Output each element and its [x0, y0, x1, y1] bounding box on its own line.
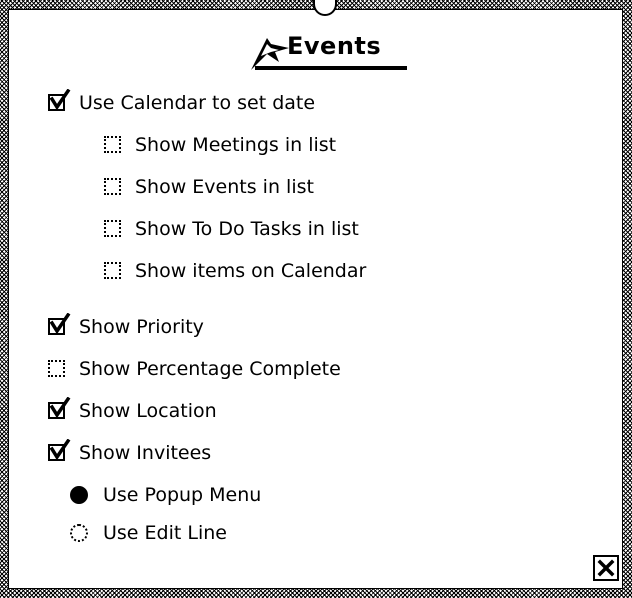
checkmark-icon [49, 313, 71, 335]
option-label: Show Percentage Complete [79, 358, 341, 380]
events-preferences-window: Events Use Calendar to set date Show Mee… [0, 0, 632, 598]
checkbox-show-events[interactable] [103, 177, 125, 197]
option-label: Show Meetings in list [135, 134, 337, 156]
option-label: Show Invitees [79, 442, 212, 464]
checkbox-show-location[interactable] [47, 397, 71, 421]
window-tab-notch [313, 0, 337, 16]
radio-option-popup-menu[interactable]: Use Popup Menu [69, 480, 261, 510]
radio-label: Use Popup Menu [103, 484, 262, 506]
option-show-events[interactable]: Show Events in list [103, 172, 314, 202]
option-show-todo[interactable]: Show To Do Tasks in list [103, 214, 359, 244]
option-label: Show items on Calendar [135, 260, 367, 282]
option-label: Show Priority [79, 316, 204, 338]
option-show-priority[interactable]: Show Priority [47, 312, 204, 342]
radio-label: Use Edit Line [103, 522, 227, 544]
close-icon [597, 559, 615, 577]
radio-edit-line[interactable] [69, 523, 91, 543]
option-use-calendar[interactable]: Use Calendar to set date [47, 88, 315, 118]
radio-popup-menu[interactable] [69, 485, 91, 505]
checkbox-show-priority[interactable] [47, 313, 71, 337]
title-underline [255, 66, 407, 70]
option-label: Show To Do Tasks in list [135, 218, 359, 240]
option-label: Use Calendar to set date [79, 92, 316, 114]
checkbox-show-on-calendar[interactable] [103, 261, 125, 281]
option-show-percentage[interactable]: Show Percentage Complete [47, 354, 341, 384]
close-button[interactable] [593, 555, 619, 581]
checkbox-show-percentage[interactable] [47, 359, 69, 379]
option-show-invitees[interactable]: Show Invitees [47, 438, 211, 468]
checkbox-show-meetings[interactable] [103, 135, 125, 155]
checkbox-show-todo[interactable] [103, 219, 125, 239]
checkbox-show-invitees[interactable] [47, 439, 71, 463]
window-content: Events Use Calendar to set date Show Mee… [8, 0, 623, 589]
option-show-on-calendar[interactable]: Show items on Calendar [103, 256, 366, 286]
window-title: Events [237, 28, 417, 76]
option-show-location[interactable]: Show Location [47, 396, 217, 426]
option-show-meetings[interactable]: Show Meetings in list [103, 130, 336, 160]
option-label: Show Events in list [135, 176, 314, 198]
checkmark-icon [49, 397, 71, 419]
option-label: Show Location [79, 400, 217, 422]
page-title: Events [287, 32, 382, 60]
checkmark-icon [49, 89, 71, 111]
checkbox-use-calendar[interactable] [47, 89, 71, 113]
radio-option-edit-line[interactable]: Use Edit Line [69, 518, 227, 548]
checkmark-icon [49, 439, 71, 461]
